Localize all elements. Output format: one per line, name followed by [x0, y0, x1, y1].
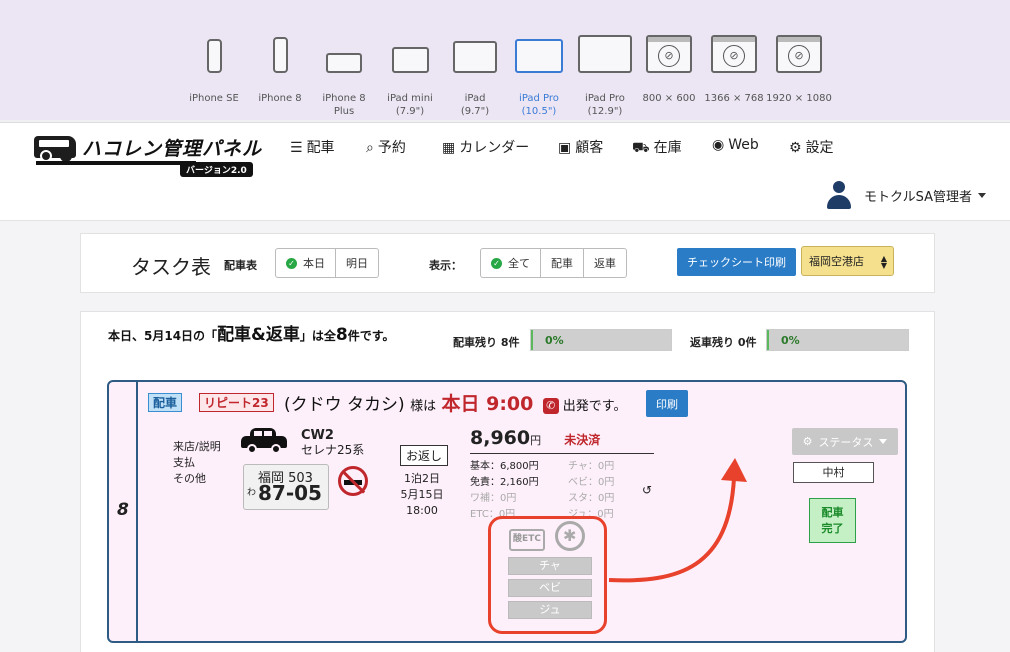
payment-status: 未決済 — [564, 433, 601, 447]
repeat-badge: リピート23 — [199, 393, 274, 412]
car-icon — [241, 428, 287, 454]
gear-icon: ⚙ — [789, 140, 802, 156]
device-iphone-se[interactable]: iPhone SE — [179, 18, 249, 105]
day-today-button[interactable]: ✓ 本日 — [276, 249, 336, 277]
browser-icon: ⊘ — [776, 35, 822, 73]
browser-icon: ⊘ — [646, 35, 692, 73]
task-card: 8 配車 リピート23 (クドウ タカシ) 様は 本日 9:00 ✆ 出発です。 … — [107, 380, 907, 643]
highlight-annotation — [488, 516, 607, 634]
return-schedule: 1泊2日 5月15日 18:00 — [400, 472, 444, 517]
type-badge: 配車 — [148, 393, 183, 412]
no-smoking-icon — [338, 466, 368, 496]
device-800x600[interactable]: ⊘ 800 × 600 — [634, 18, 704, 105]
caret-down-icon — [978, 192, 986, 198]
browser-icon: ⊘ — [711, 35, 757, 73]
dispatch-progress: 0% — [530, 329, 672, 351]
tablet-icon — [391, 47, 429, 73]
tablet-icon — [453, 41, 497, 73]
device-iphone-8[interactable]: iPhone 8 — [245, 18, 315, 105]
nav-dispatch[interactable]: ☰ 配車 — [290, 137, 335, 157]
dispatch-complete-button[interactable]: 配車 完了 — [809, 498, 856, 543]
status-dropdown[interactable]: ⚙ ステータス — [792, 428, 898, 455]
nav-inventory[interactable]: ⛟ 在庫 — [632, 137, 682, 158]
gear-icon: ⚙ — [802, 435, 813, 448]
app-window: ハコレン管理パネル バージョン2.0 ☰ 配車 ⌕ 予約 ▦ カレンダー ▣ 顧客 ⛟ 在… — [0, 122, 1010, 652]
globe-icon: ◉ — [712, 137, 725, 153]
return-progress: 0% — [766, 329, 909, 351]
return-badge: お返し — [400, 445, 449, 466]
summary-text: 本日、5月14日の「配車&返車」は全8件です。 — [108, 325, 395, 345]
list-icon: ☰ — [290, 140, 303, 156]
device-1366x768[interactable]: ⊘ 1366 × 768 — [699, 18, 769, 105]
avatar-icon — [826, 181, 852, 209]
contact-icon: ▣ — [558, 140, 572, 156]
user-menu[interactable]: モトクルSA管理者 — [826, 181, 986, 209]
print-checksheet-button[interactable]: チェックシート印刷 — [677, 248, 796, 276]
nav-customer[interactable]: ▣ 顧客 — [558, 137, 603, 157]
customer-line: (クドウ タカシ) 様は 本日 9:00 ✆ 出発です。 — [284, 393, 627, 415]
device-ipad-pro-10-5[interactable]: iPad Pro (10.5") — [504, 18, 574, 118]
nav-calendar[interactable]: ▦ カレンダー — [442, 137, 529, 157]
filter-all-button[interactable]: ✓ 全て — [481, 249, 541, 277]
display-filter: ✓ 全て 配車 返車 — [480, 248, 627, 278]
nav-reservation[interactable]: ⌕ 予約 — [366, 137, 406, 157]
bus-icon — [34, 136, 76, 162]
customer-name[interactable]: (クドウ タカシ) — [284, 395, 405, 415]
staff-field[interactable]: 中村 — [793, 462, 874, 483]
task-toolbar: タスク表 配車表 ✓ 本日 明日 表示： ✓ 全て 配車 返車 チェックシート印刷 … — [80, 233, 935, 293]
task-number: 8 — [117, 500, 129, 520]
print-button[interactable]: 印刷 — [646, 390, 688, 417]
device-ipad[interactable]: iPad (9.7") — [440, 18, 510, 118]
nav-web[interactable]: ◉ Web — [712, 137, 759, 153]
store-select[interactable]: 福岡空港店 ▲ ▼ — [801, 246, 894, 276]
caret-down-icon — [879, 439, 888, 444]
check-icon: ✓ — [286, 257, 297, 269]
day-tomorrow-button[interactable]: 明日 — [336, 249, 378, 277]
info-labels: 来店/説明 支払 その他 — [173, 440, 221, 485]
phone-icon[interactable]: ✆ — [542, 398, 559, 414]
tablet-icon — [515, 39, 563, 73]
compass-icon: ⊘ — [788, 45, 810, 67]
task-panel: 本日、5月14日の「配車&返車」は全8件です。 配車残り 8件 0% 返車残り … — [80, 311, 935, 652]
nav-settings[interactable]: ⚙ 設定 — [789, 137, 834, 157]
annotation-arrow — [608, 458, 747, 583]
filter-dispatch-button[interactable]: 配車 — [541, 249, 584, 277]
check-icon: ✓ — [491, 257, 502, 269]
license-plate: 福岡 503 わ 87-05 — [243, 464, 329, 510]
logo[interactable]: ハコレン管理パネル バージョン2.0 — [34, 134, 261, 177]
compass-icon: ⊘ — [658, 45, 680, 67]
search-icon: ⌕ — [366, 140, 374, 156]
phone-icon — [206, 39, 222, 73]
calendar-icon: ▦ — [442, 140, 456, 156]
device-picker-bar: iPhone SE iPhone 8 iPhone 8 Plus iPad mi… — [0, 0, 1010, 120]
phone-icon — [272, 37, 288, 73]
car-model: CW2 セレナ25系 — [301, 428, 365, 457]
navbar: ハコレン管理パネル バージョン2.0 ☰ 配車 ⌕ 予約 ▦ カレンダー ▣ 顧客 ⛟ 在… — [0, 123, 1010, 221]
phone-landscape-icon — [326, 53, 362, 73]
filter-return-button[interactable]: 返車 — [584, 249, 626, 277]
tablet-icon — [578, 35, 632, 73]
device-1920x1080[interactable]: ⊘ 1920 × 1080 — [764, 18, 834, 105]
device-ipad-mini[interactable]: iPad mini (7.9") — [375, 18, 445, 118]
updown-icon: ▲ ▼ — [880, 254, 887, 270]
device-ipad-pro-12-9[interactable]: iPad Pro (12.9") — [570, 18, 640, 118]
price-line: 8,960円 未決済 — [470, 427, 654, 454]
car-icon: ⛟ — [632, 140, 650, 156]
page-title: タスク表 — [131, 255, 211, 279]
day-toggle: ✓ 本日 明日 — [275, 248, 379, 278]
compass-icon: ⊘ — [723, 45, 745, 67]
device-iphone-8-plus[interactable]: iPhone 8 Plus — [309, 18, 379, 118]
